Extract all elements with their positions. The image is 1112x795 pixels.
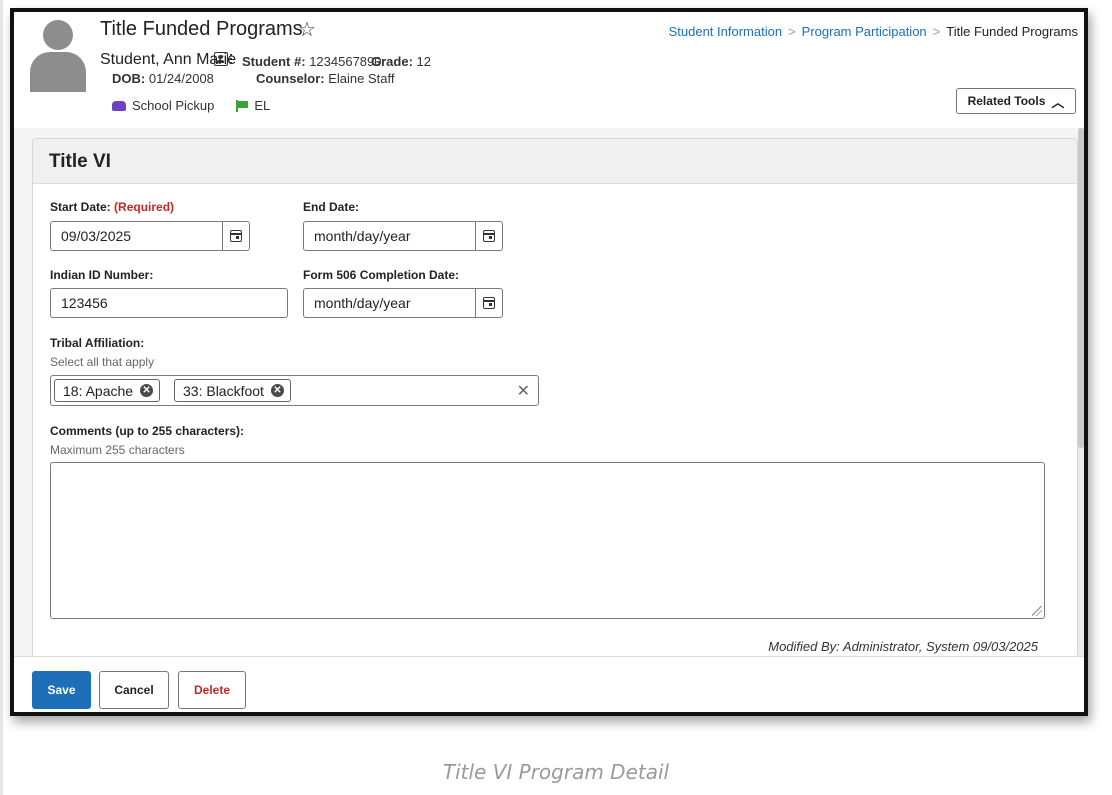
remove-chip-icon[interactable]: ✕ [140, 384, 154, 397]
contact-card-icon[interactable] [214, 52, 228, 66]
comments-label: Comments (up to 255 characters): [50, 424, 245, 438]
calendar-icon [483, 297, 495, 309]
breadcrumb-program-participation[interactable]: Program Participation [802, 24, 927, 39]
tribal-chip: 18: Apache ✕ [54, 379, 161, 402]
breadcrumb-separator: > [788, 24, 796, 39]
modified-by-text: Modified By: Administrator, System 09/03… [768, 639, 1038, 654]
student-number: Student #: 1234567890 [242, 54, 382, 69]
start-date-label: Start Date: (Required) [50, 200, 175, 214]
save-button[interactable]: Save [32, 671, 91, 709]
breadcrumb-separator: > [932, 24, 941, 39]
panel-title: Title VI [49, 151, 111, 172]
avatar [30, 20, 86, 92]
page-edge [0, 0, 3, 795]
tribal-chip-label: 33: Blackfoot [183, 382, 264, 399]
comments-hint: Maximum 255 characters [50, 443, 185, 457]
flag-icon [236, 99, 249, 112]
form506-label: Form 506 Completion Date: [303, 268, 460, 282]
app-window: Title Funded Programs ☆ Student, Ann Mar… [10, 8, 1088, 716]
calendar-icon [483, 230, 495, 242]
breadcrumb-student-information[interactable]: Student Information [669, 24, 782, 39]
figure-caption: Title VI Program Detail [442, 760, 670, 784]
resize-grip-icon[interactable] [1032, 606, 1042, 616]
indian-id-label: Indian ID Number: [50, 268, 154, 282]
contact-card-tab [230, 54, 234, 64]
student-header: Title Funded Programs ☆ Student, Ann Mar… [14, 12, 1084, 129]
form506-calendar-button[interactable] [475, 289, 502, 317]
scrollbar[interactable] [1078, 128, 1084, 656]
remove-chip-icon[interactable]: ✕ [270, 384, 284, 397]
tribal-chip: 33: Blackfoot ✕ [174, 379, 291, 402]
indian-id-field[interactable]: 123456 [50, 288, 288, 318]
calendar-icon [230, 230, 242, 242]
end-date-calendar-button[interactable] [475, 222, 502, 250]
breadcrumb: Student Information > Program Participat… [669, 24, 1078, 39]
star-icon[interactable]: ☆ [298, 17, 316, 42]
form506-date-field[interactable]: month/day/year [303, 288, 503, 318]
panel-header: Title VI [33, 139, 1077, 184]
cancel-button[interactable]: Cancel [99, 671, 169, 709]
tribal-affiliation-select[interactable]: 18: Apache ✕ 33: Blackfoot ✕ ✕ [50, 375, 539, 406]
comments-textarea[interactable] [50, 462, 1045, 619]
student-dob: DOB: 01/24/2008 [112, 71, 214, 86]
related-tools-label: Related Tools [967, 94, 1046, 108]
car-icon [112, 100, 126, 111]
page-title: Title Funded Programs [100, 18, 303, 40]
action-bar: Save Cancel Delete [14, 656, 1084, 712]
start-date-field[interactable]: 09/03/2025 [50, 221, 250, 251]
related-tools-button[interactable]: Related Tools ︿ [956, 88, 1076, 114]
clear-selection-icon[interactable]: ✕ [517, 381, 530, 401]
tribal-affiliation-label: Tribal Affiliation: [50, 336, 145, 350]
student-counselor: Counselor: Elaine Staff [256, 71, 395, 86]
student-badges: School Pickup EL [112, 98, 270, 113]
tribal-affiliation-hint: Select all that apply [50, 355, 155, 369]
start-date-calendar-button[interactable] [222, 222, 249, 250]
student-grade: Grade: 12 [371, 54, 431, 69]
end-date-field[interactable]: month/day/year [303, 221, 503, 251]
delete-button[interactable]: Delete [178, 671, 246, 709]
badge-school-pickup: School Pickup [132, 98, 215, 113]
badge-el: EL [254, 98, 271, 113]
breadcrumb-current: Title Funded Programs [946, 24, 1078, 39]
end-date-label: End Date: [303, 200, 360, 214]
chevron-up-icon: ︿ [1051, 94, 1065, 110]
tribal-chip-label: 18: Apache [63, 382, 134, 399]
